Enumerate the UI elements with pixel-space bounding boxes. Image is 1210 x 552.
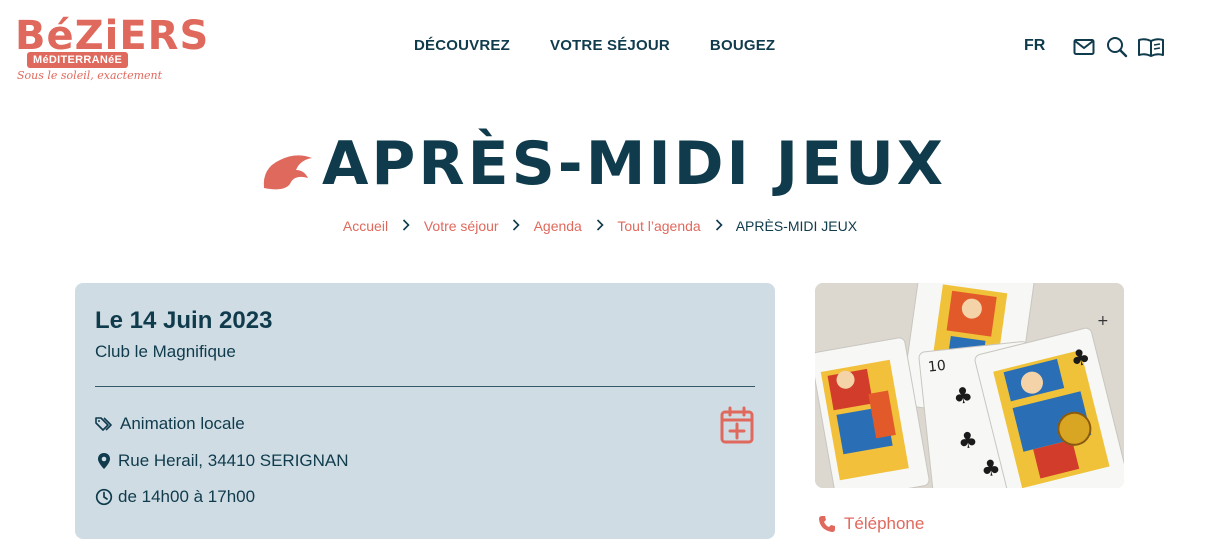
event-hours: de 14h00 à 17h00 bbox=[118, 487, 256, 506]
breadcrumb-agenda[interactable]: Agenda bbox=[534, 218, 582, 234]
event-category-row: Animation locale bbox=[95, 414, 245, 434]
event-venue: Club le Magnifique bbox=[95, 342, 236, 361]
breadcrumb: Accueil Votre séjour Agenda Tout l’agend… bbox=[0, 218, 1200, 234]
event-hours-row: de 14h00 à 17h00 bbox=[95, 487, 255, 507]
clock-icon bbox=[95, 488, 113, 506]
chevron-right-icon bbox=[402, 218, 410, 234]
breadcrumb-home[interactable]: Accueil bbox=[343, 218, 388, 234]
add-to-calendar-icon[interactable] bbox=[720, 406, 754, 444]
breadcrumb-votre-sejour[interactable]: Votre séjour bbox=[424, 218, 499, 234]
event-info-card: Le 14 Juin 2023 Club le Magnifique Anima… bbox=[75, 283, 775, 539]
svg-text:♣: ♣ bbox=[980, 456, 1002, 483]
mail-icon[interactable] bbox=[1072, 35, 1096, 59]
svg-text:+: + bbox=[1097, 313, 1109, 329]
language-switch[interactable]: FR bbox=[1024, 37, 1045, 55]
svg-text:♣: ♣ bbox=[957, 428, 979, 455]
nav-item-decouvrez[interactable]: DÉCOUVREZ bbox=[414, 37, 510, 57]
event-address-row: Rue Herail, 34410 SERIGNAN bbox=[95, 451, 349, 471]
page-title: APRÈS-MIDI JEUX bbox=[322, 129, 947, 199]
event-photo: 10 ♣ ♣ ♣ ♣ ♣ ♣ + bbox=[815, 283, 1124, 488]
logo-badge: MéDITERRANéE bbox=[27, 52, 129, 68]
phone-icon bbox=[819, 516, 835, 532]
site-logo[interactable]: BéZiERS MéDITERRANéE Sous le soleil, exa… bbox=[12, 14, 208, 86]
brochure-icon[interactable] bbox=[1137, 35, 1165, 59]
main-nav: DÉCOUVREZ VOTRE SÉJOUR BOUGEZ bbox=[414, 37, 815, 57]
chevron-right-icon bbox=[596, 218, 604, 234]
event-category: Animation locale bbox=[120, 414, 245, 433]
divider bbox=[95, 386, 755, 387]
nav-item-votre-sejour[interactable]: VOTRE SÉJOUR bbox=[550, 37, 670, 57]
breadcrumb-current: APRÈS-MIDI JEUX bbox=[735, 218, 858, 234]
event-address: Rue Herail, 34410 SERIGNAN bbox=[118, 451, 349, 470]
phone-link[interactable]: Téléphone bbox=[818, 514, 924, 534]
svg-text:10: 10 bbox=[927, 358, 946, 376]
event-date: Le 14 Juin 2023 bbox=[95, 307, 273, 334]
chevron-right-icon bbox=[715, 218, 723, 234]
search-icon[interactable] bbox=[1105, 35, 1129, 59]
playing-cards-image: 10 ♣ ♣ ♣ ♣ ♣ ♣ + bbox=[815, 283, 1124, 488]
svg-text:♣: ♣ bbox=[952, 383, 974, 410]
logo-tagline: Sous le soleil, exactement bbox=[17, 69, 163, 82]
hero: APRÈS-MIDI JEUX bbox=[0, 100, 1210, 210]
chevron-right-icon bbox=[512, 218, 521, 234]
phone-label: Téléphone bbox=[844, 514, 925, 533]
tags-icon bbox=[95, 417, 112, 431]
map-marker-icon bbox=[98, 453, 110, 469]
wave-icon bbox=[263, 155, 312, 190]
nav-item-bougez[interactable]: BOUGEZ bbox=[710, 37, 775, 57]
breadcrumb-tout-agenda[interactable]: Tout l’agenda bbox=[617, 218, 700, 234]
